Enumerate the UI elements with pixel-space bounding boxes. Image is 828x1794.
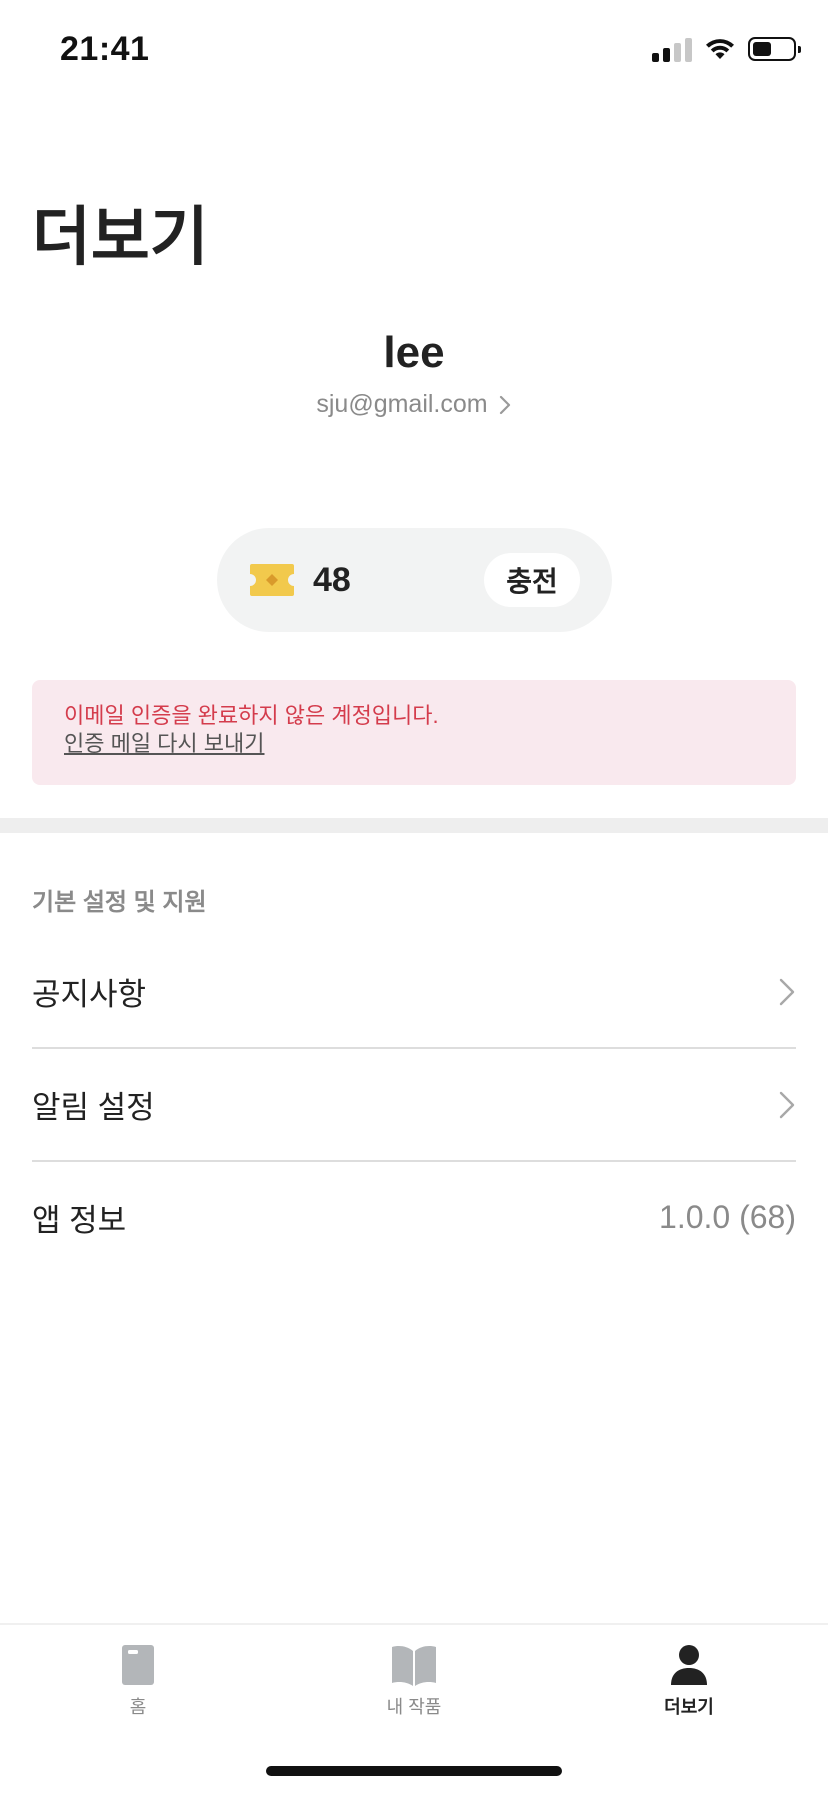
menu-item-app-info: 앱 정보 1.0.0 (68) [32, 1162, 796, 1273]
tab-more[interactable]: 더보기 [619, 1643, 759, 1743]
wifi-icon [706, 39, 734, 59]
page-title: 더보기 [32, 201, 209, 273]
profile-name: lee [383, 328, 445, 377]
menu-item-notification-settings[interactable]: 알림 설정 [32, 1049, 796, 1162]
profile-email: sju@gmail.com [316, 390, 488, 418]
chevron-right-icon [779, 1091, 795, 1118]
menu-item-label: 공지사항 [32, 977, 147, 1012]
section-title: 기본 설정 및 지원 [32, 889, 207, 916]
email-verification-alert: 이메일 인증을 완료하지 않은 계정입니다. 인증 메일 다시 보내기 [32, 680, 796, 785]
charge-button[interactable]: 충전 [484, 553, 580, 607]
alert-message: 이메일 인증을 완료하지 않은 계정입니다. [64, 703, 439, 728]
app-version: 1.0.0 (68) [659, 1199, 796, 1235]
profile-email-link[interactable]: sju@gmail.com [0, 390, 828, 419]
home-icon [122, 1645, 154, 1685]
section-divider [0, 818, 828, 833]
menu-item-label: 알림 설정 [32, 1090, 155, 1125]
tab-label: 홈 [129, 1697, 147, 1717]
menu-item-notices[interactable]: 공지사항 [32, 936, 796, 1049]
tab-label: 내 작품 [386, 1697, 442, 1717]
chevron-right-icon [779, 978, 795, 1005]
menu-item-label: 앱 정보 [32, 1203, 127, 1238]
battery-icon [748, 37, 801, 61]
person-icon [671, 1645, 707, 1685]
cellular-signal-icon [652, 36, 692, 62]
ticket-balance-pill: 48 충전 [217, 528, 612, 632]
status-icons [652, 34, 801, 64]
ticket-count: 48 [313, 561, 351, 599]
status-bar: 21:41 [0, 0, 828, 100]
tab-home[interactable]: 홈 [68, 1643, 208, 1743]
tab-label: 더보기 [664, 1697, 714, 1717]
ticket-icon [250, 564, 294, 596]
open-book-icon [392, 1646, 436, 1686]
resend-verification-link[interactable]: 인증 메일 다시 보내기 [64, 730, 265, 758]
settings-menu: 공지사항 알림 설정 앱 정보 1.0.0 (68) [32, 936, 796, 1273]
home-indicator [266, 1766, 562, 1776]
chevron-right-icon [499, 395, 510, 414]
status-time: 21:41 [60, 30, 150, 68]
tab-my-works[interactable]: 내 작품 [344, 1643, 484, 1743]
